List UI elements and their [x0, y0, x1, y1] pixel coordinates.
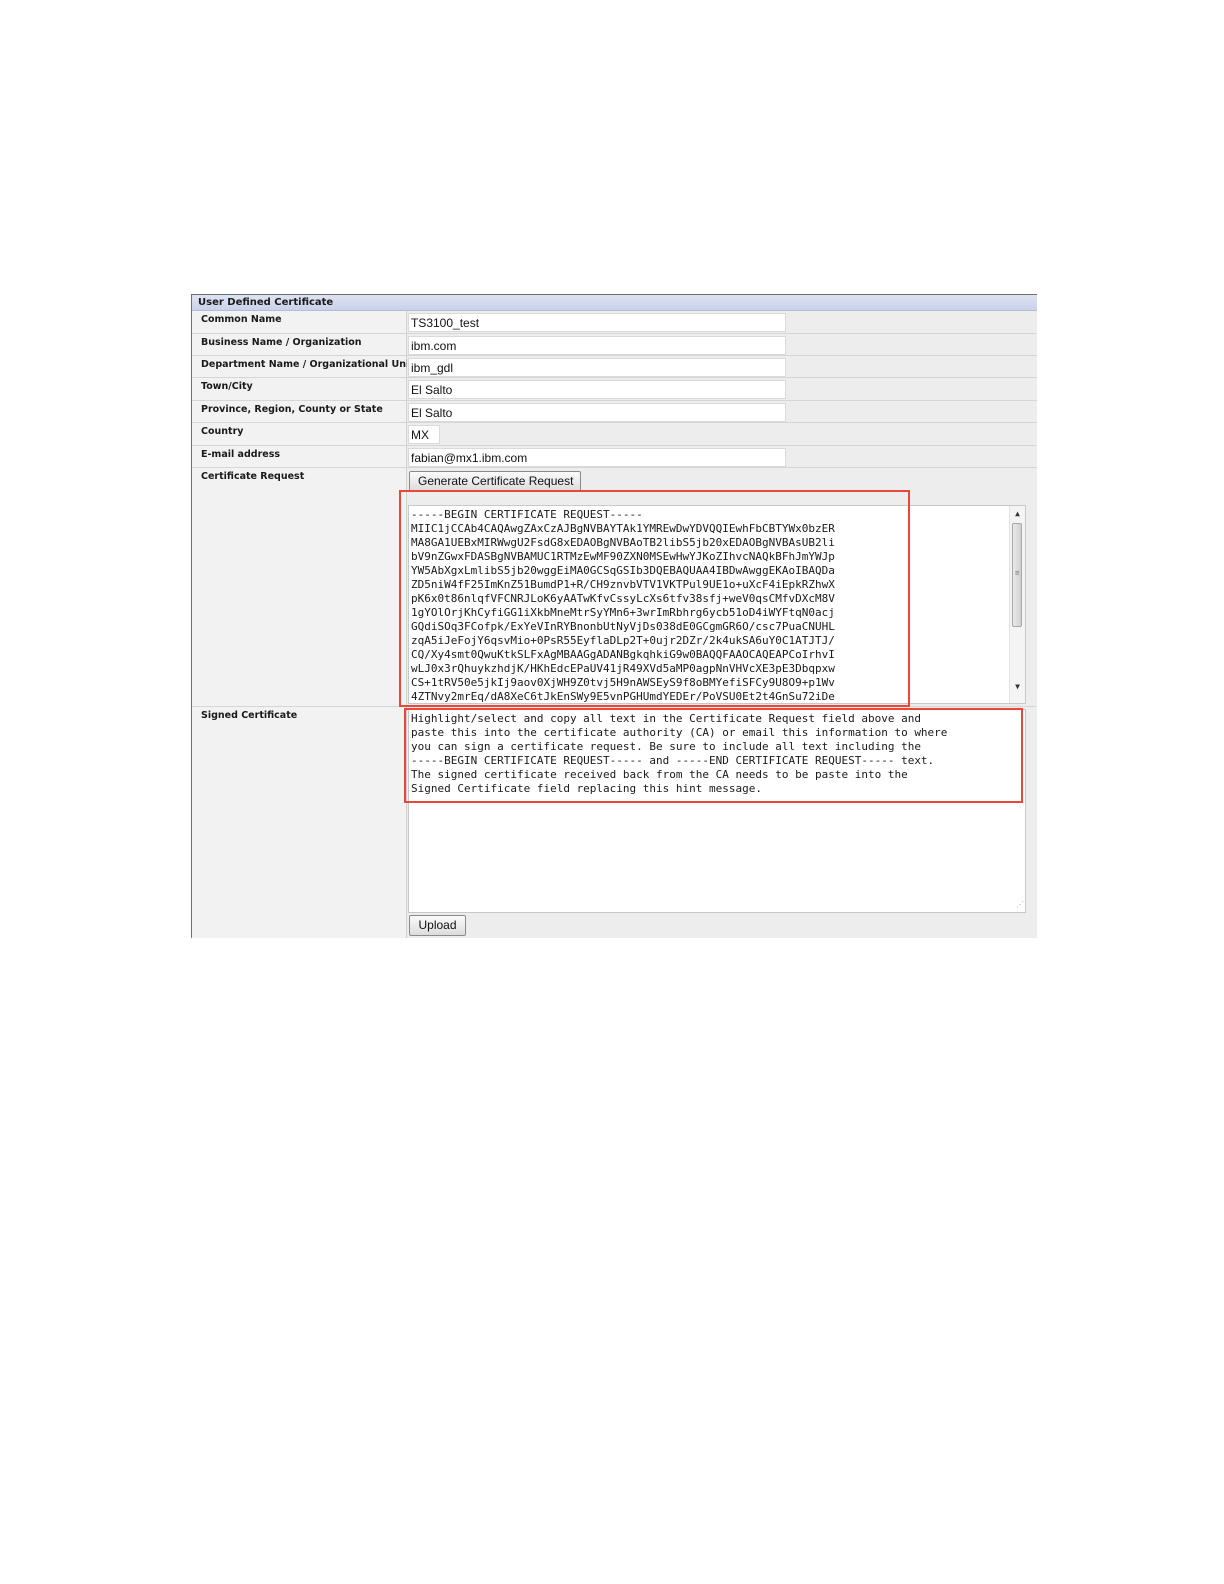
- certificate-request-text: -----BEGIN CERTIFICATE REQUEST----- MIIC…: [411, 508, 835, 703]
- scroll-down-arrow-icon[interactable]: ▼: [1010, 680, 1025, 694]
- business-name-row: Business Name / Organization ibm.com: [192, 334, 1037, 356]
- scroll-up-arrow-icon[interactable]: ▲: [1010, 507, 1025, 521]
- certificate-request-cell: Generate Certificate Request -----BEGIN …: [407, 468, 1037, 706]
- business-name-input[interactable]: ibm.com: [408, 336, 786, 355]
- business-name-cell: ibm.com: [407, 334, 1037, 355]
- town-city-row: Town/City El Salto: [192, 378, 1037, 401]
- scroll-grip-icon: ≡: [1015, 569, 1020, 577]
- department-name-label: Department Name / Organizational Unit: [192, 356, 414, 377]
- signed-certificate-textarea[interactable]: Highlight/select and copy all text in th…: [408, 709, 1026, 913]
- town-city-input[interactable]: El Salto: [408, 380, 786, 399]
- country-label: Country: [192, 423, 407, 445]
- email-row: E-mail address fabian@mx1.ibm.com: [192, 446, 1037, 468]
- scroll-thumb[interactable]: ≡: [1012, 523, 1022, 627]
- common-name-label: Common Name: [192, 311, 407, 333]
- department-name-row: Department Name / Organizational Unit ib…: [192, 356, 1037, 378]
- country-input[interactable]: MX: [408, 425, 440, 444]
- signed-certificate-hint: Highlight/select and copy all text in th…: [411, 712, 948, 795]
- business-name-label: Business Name / Organization: [192, 334, 407, 355]
- upload-button[interactable]: Upload: [409, 915, 466, 936]
- certificate-request-textarea[interactable]: -----BEGIN CERTIFICATE REQUEST----- MIIC…: [408, 505, 1026, 704]
- certificate-request-row: Certificate Request Generate Certificate…: [192, 468, 1037, 707]
- signed-certificate-cell: Highlight/select and copy all text in th…: [407, 707, 1037, 938]
- province-input[interactable]: El Salto: [408, 403, 786, 422]
- province-row: Province, Region, County or State El Sal…: [192, 401, 1037, 423]
- common-name-row: Common Name TS3100_test: [192, 311, 1037, 334]
- province-label: Province, Region, County or State: [192, 401, 407, 422]
- email-cell: fabian@mx1.ibm.com: [407, 446, 1037, 467]
- town-city-label: Town/City: [192, 378, 407, 400]
- certificate-request-label: Certificate Request: [192, 468, 407, 706]
- user-defined-certificate-panel: User Defined Certificate Common Name TS3…: [191, 294, 1037, 938]
- signed-certificate-row: Signed Certificate Highlight/select and …: [192, 707, 1037, 938]
- generate-certificate-request-button[interactable]: Generate Certificate Request: [409, 471, 581, 492]
- email-label: E-mail address: [192, 446, 407, 467]
- common-name-cell: TS3100_test: [407, 311, 1037, 333]
- panel-title: User Defined Certificate: [192, 295, 1037, 311]
- common-name-input[interactable]: TS3100_test: [408, 313, 786, 332]
- certificate-request-scrollbar[interactable]: ▲ ≡ ▼: [1009, 506, 1025, 703]
- province-cell: El Salto: [407, 401, 1037, 422]
- town-city-cell: El Salto: [407, 378, 1037, 400]
- department-name-input[interactable]: ibm_gdl: [408, 358, 786, 377]
- department-name-cell: ibm_gdl: [407, 356, 1037, 377]
- country-cell: MX: [407, 423, 1037, 445]
- country-row: Country MX: [192, 423, 1037, 446]
- signed-certificate-label: Signed Certificate: [192, 707, 407, 938]
- email-input[interactable]: fabian@mx1.ibm.com: [408, 448, 786, 467]
- resize-grip-icon[interactable]: ⋰: [1016, 898, 1024, 912]
